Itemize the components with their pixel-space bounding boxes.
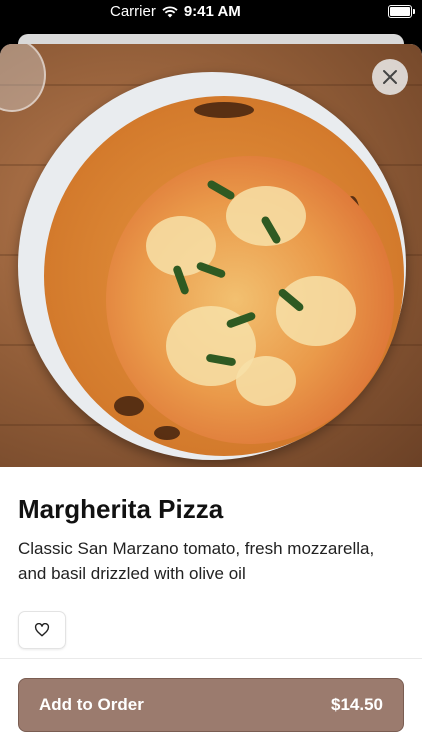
add-to-order-label: Add to Order bbox=[39, 695, 144, 714]
item-image bbox=[0, 44, 422, 467]
plate bbox=[18, 72, 406, 460]
item-title: Margherita Pizza bbox=[18, 494, 224, 524]
pizza-toppings bbox=[106, 156, 394, 444]
carrier-label: Carrier bbox=[110, 3, 156, 20]
battery-icon bbox=[388, 5, 415, 18]
add-to-order-button[interactable]: Add to Order $14.50 bbox=[18, 678, 404, 732]
close-icon bbox=[383, 70, 397, 84]
item-description: Classic San Marzano tomato, fresh mozzar… bbox=[18, 539, 375, 583]
close-button[interactable] bbox=[372, 59, 408, 95]
pizza-crust bbox=[44, 96, 404, 456]
divider bbox=[0, 658, 422, 659]
glass bbox=[0, 44, 46, 112]
status-time: 9:41 AM bbox=[183, 3, 241, 20]
heart-icon bbox=[34, 623, 50, 637]
wifi-icon bbox=[162, 5, 178, 17]
item-detail-sheet: Margherita Pizza Classic San Marzano tom… bbox=[0, 44, 422, 750]
status-left: Carrier 9:41 AM bbox=[110, 3, 241, 20]
price-label: $14.50 bbox=[331, 695, 383, 714]
favorite-button[interactable] bbox=[18, 611, 66, 649]
